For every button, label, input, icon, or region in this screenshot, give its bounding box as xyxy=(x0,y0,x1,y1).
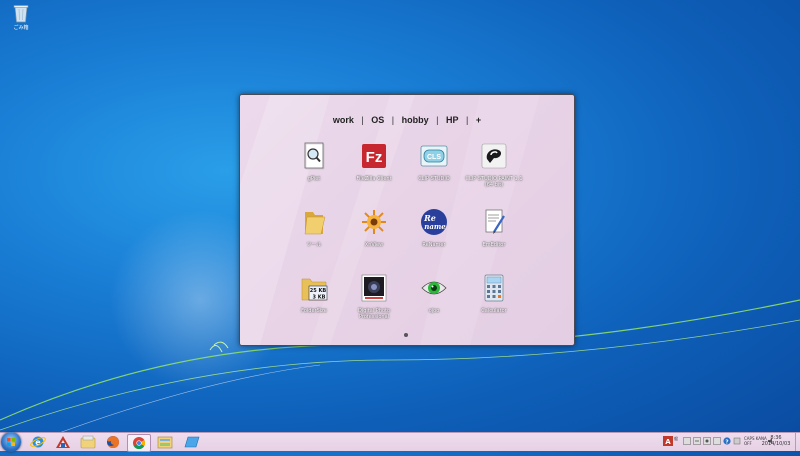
filezilla-icon: Fz xyxy=(362,144,386,168)
app-filezilla[interactable]: Fz FileZilla Client xyxy=(344,141,404,182)
app-renamer[interactable]: Re name ReNamer xyxy=(404,207,464,248)
clip-studio-icon: CLS xyxy=(420,145,448,167)
taskbar-explorer[interactable] xyxy=(77,434,99,450)
app-launcher-panel: work | OS | hobby | HP | + gPiet Fz File… xyxy=(239,94,575,346)
clip-studio-paint-icon xyxy=(481,143,507,169)
app-label: ツール xyxy=(306,242,322,248)
tab-hobby[interactable]: hobby xyxy=(398,115,433,125)
taskbar: e A 般 ? CAPS KANA OFF 8:36 2014/10/03 xyxy=(0,432,800,452)
svg-text:CLS: CLS xyxy=(427,154,441,161)
app-tools-folder[interactable]: ツール xyxy=(284,207,344,248)
taskbar-folder-app[interactable] xyxy=(154,434,176,450)
tray-tool-icon[interactable] xyxy=(713,437,721,445)
foldersize-icon: 25 KB 3 KB xyxy=(301,278,328,301)
taskbar-app-launcher[interactable] xyxy=(52,434,74,450)
digital-photo-professional-icon xyxy=(361,274,387,302)
taskbar-clock[interactable]: 8:36 2014/10/03 xyxy=(758,435,794,447)
desktop-icon-label: ごみ箱 xyxy=(13,25,29,31)
app-label: FolderSize xyxy=(301,308,327,314)
app-gpiet[interactable]: gPiet xyxy=(284,141,344,182)
folder-icon xyxy=(304,212,326,235)
xnview-icon xyxy=(362,210,386,234)
taskbar-firefox[interactable] xyxy=(102,434,124,450)
app-label: gPiet xyxy=(307,176,321,182)
launcher-tab-bar: work | OS | hobby | HP | + xyxy=(240,115,574,125)
tab-separator: | xyxy=(466,115,469,125)
app-label: Calculator xyxy=(481,308,507,314)
app-emeditor[interactable]: EmEditor xyxy=(464,207,524,248)
document-magnifier-icon xyxy=(304,142,325,170)
app-launcher-icon xyxy=(56,436,70,448)
tab-work[interactable]: work xyxy=(329,115,358,125)
page-indicator-dot[interactable] xyxy=(404,333,408,337)
taskbar-chrome[interactable] xyxy=(127,434,151,452)
tab-os[interactable]: OS xyxy=(367,115,388,125)
explorer-icon xyxy=(80,435,96,449)
taskbar-desktop-app[interactable] xyxy=(180,434,202,450)
app-label: XnView xyxy=(364,242,384,248)
app-label: EmEditor xyxy=(482,242,506,248)
app-label: FileZilla Client xyxy=(356,176,392,182)
svg-text:?: ? xyxy=(725,439,728,445)
calculator-icon xyxy=(484,274,504,302)
svg-text:A: A xyxy=(665,438,671,446)
tab-add[interactable]: + xyxy=(472,115,485,125)
app-calculator[interactable]: Calculator xyxy=(464,273,524,314)
tray-tool-icon[interactable] xyxy=(693,437,701,445)
app-label: CLIP STUDIO PAINT 1.1 (64 bit) xyxy=(465,176,523,188)
tab-separator: | xyxy=(436,115,439,125)
app-foldersize[interactable]: 25 KB 3 KB FolderSize xyxy=(284,273,344,314)
desktop-icon-recycle-bin[interactable]: ごみ箱 xyxy=(6,3,36,31)
help-icon[interactable]: ? xyxy=(723,437,731,445)
eye-icon xyxy=(421,281,447,295)
svg-text:25 KB: 25 KB xyxy=(310,288,327,294)
taskbar-internet-explorer[interactable]: e xyxy=(27,434,49,450)
show-desktop-button[interactable] xyxy=(795,433,800,451)
ime-mode-indicator[interactable]: 般 xyxy=(674,436,678,441)
ime-icon[interactable]: A xyxy=(663,436,673,446)
svg-text:name: name xyxy=(424,222,446,231)
tab-hp[interactable]: HP xyxy=(442,115,463,125)
clock-date: 2014/10/03 xyxy=(761,441,791,447)
tray-tool-icon[interactable] xyxy=(683,437,691,445)
app-label: ReNamer xyxy=(422,242,446,248)
app-label: ojoo xyxy=(428,308,440,314)
chrome-icon xyxy=(133,437,146,450)
windows-logo-icon xyxy=(7,438,15,446)
app-clip-studio[interactable]: CLS CLIP STUDIO xyxy=(404,141,464,182)
firefox-icon xyxy=(107,436,119,448)
svg-text:Fz: Fz xyxy=(366,149,383,166)
tab-separator: | xyxy=(361,115,364,125)
renamer-icon: Re name xyxy=(421,209,447,235)
folder-app-icon xyxy=(157,436,173,449)
system-tray: A 般 ? CAPS KANA OFF 8:36 2014/10/03 xyxy=(655,433,800,451)
app-digital-photo-professional[interactable]: Digital Photo Professional xyxy=(344,273,404,320)
tray-tool-icon[interactable] xyxy=(703,437,711,445)
app-xnview[interactable]: XnView xyxy=(344,207,404,248)
internet-explorer-icon: e xyxy=(30,436,46,448)
app-label: Digital Photo Professional xyxy=(357,308,391,320)
app-clip-studio-paint[interactable]: CLIP STUDIO PAINT 1.1 (64 bit) xyxy=(464,141,524,188)
tab-separator: | xyxy=(391,115,395,125)
desktop-app-icon xyxy=(184,436,200,448)
app-ojoo[interactable]: ojoo xyxy=(404,273,464,314)
recycle-bin-icon xyxy=(13,5,29,23)
tray-settings-icon[interactable] xyxy=(733,437,741,445)
start-button[interactable] xyxy=(1,432,21,452)
app-label: CLIP STUDIO xyxy=(418,176,450,182)
emeditor-icon xyxy=(485,209,505,234)
svg-text:3 KB: 3 KB xyxy=(313,295,326,301)
